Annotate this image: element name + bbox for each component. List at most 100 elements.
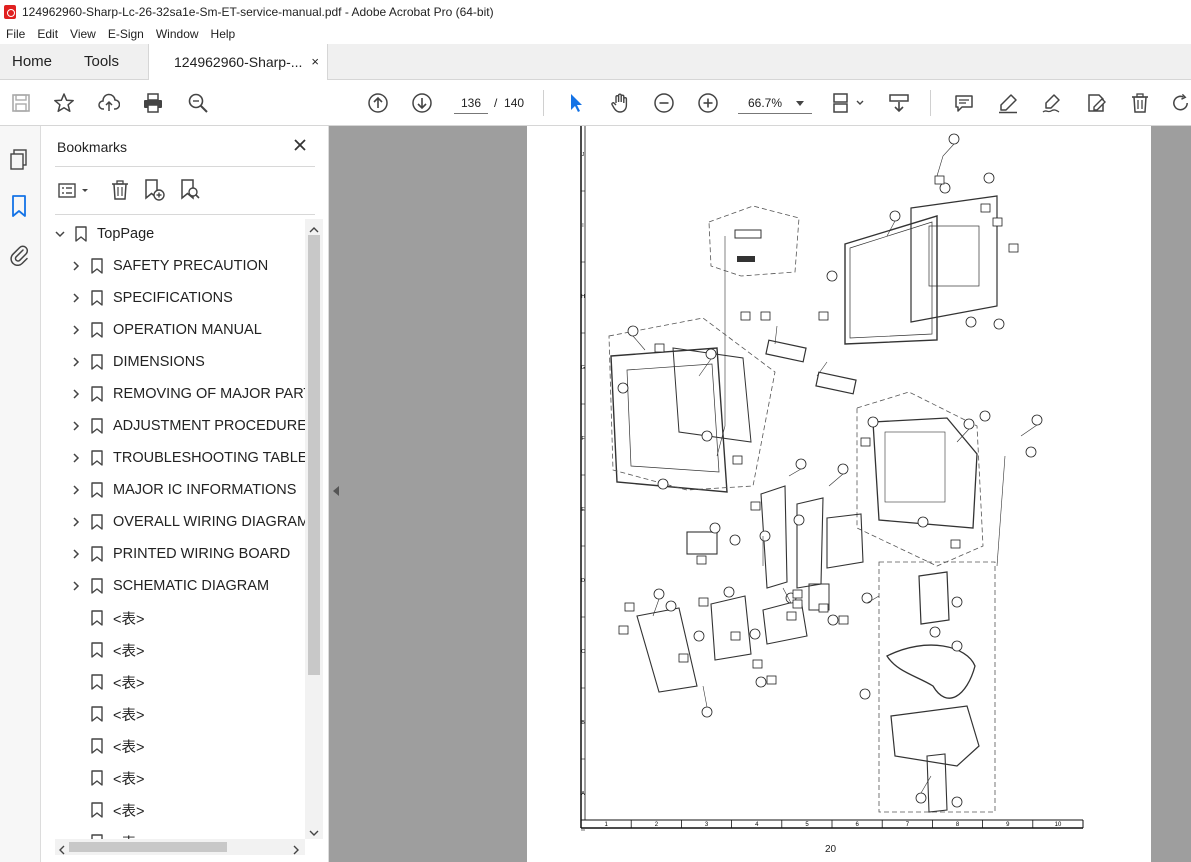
bookmarks-horizontal-scrollbar[interactable] <box>55 839 305 855</box>
bookmark-item[interactable]: REMOVING OF MAJOR PARTS <box>69 382 305 406</box>
scroll-up-icon[interactable] <box>309 222 319 233</box>
options-menu-icon[interactable] <box>57 178 91 202</box>
chevron-right-icon[interactable] <box>69 291 83 305</box>
screen-filter-part <box>672 347 752 443</box>
bookmark-item[interactable]: <表> <box>69 830 144 839</box>
main-board-part <box>636 607 698 693</box>
bookmark-item[interactable]: <表> <box>69 670 144 694</box>
chevron-right-icon[interactable] <box>69 259 83 273</box>
bookmark-item[interactable]: PRINTED WIRING BOARD <box>69 542 290 566</box>
scroll-left-icon[interactable] <box>57 842 67 855</box>
bookmark-item[interactable]: TopPage <box>53 222 154 246</box>
bracket-group-outline <box>708 205 800 277</box>
leader-line <box>956 428 970 443</box>
part-callout-circle <box>867 416 879 428</box>
menu-view[interactable]: View <box>64 27 102 41</box>
scroll-mode-icon[interactable] <box>887 91 911 115</box>
edit-icon[interactable] <box>1084 91 1108 115</box>
bookmark-item[interactable]: ADJUSTMENT PROCEDURE <box>69 414 305 438</box>
rotate-icon[interactable] <box>1170 91 1191 115</box>
side-jack-board-part <box>686 531 718 555</box>
bookmark-item[interactable]: <表> <box>69 702 144 726</box>
chevron-right-icon[interactable] <box>69 451 83 465</box>
chevron-right-icon[interactable] <box>69 547 83 561</box>
save-icon[interactable] <box>9 91 33 115</box>
chevron-right-icon[interactable] <box>69 323 83 337</box>
bookmark-label: ADJUSTMENT PROCEDURE <box>113 418 305 434</box>
bookmark-item[interactable]: SPECIFICATIONS <box>69 286 233 310</box>
menu-esign[interactable]: E-Sign <box>102 27 150 41</box>
tab-close-icon[interactable]: × <box>311 54 319 69</box>
menu-file[interactable]: File <box>0 27 31 41</box>
collapse-panel-icon[interactable] <box>333 486 339 496</box>
chevron-right-icon[interactable] <box>69 515 83 529</box>
bookmark-item[interactable]: DIMENSIONS <box>69 350 205 374</box>
vertical-scroll-thumb[interactable] <box>308 235 320 675</box>
bookmark-item[interactable]: SAFETY PRECAUTION <box>69 254 268 278</box>
sign-icon[interactable] <box>1040 91 1064 115</box>
bookmark-item[interactable]: <表> <box>69 606 144 630</box>
tab-document[interactable]: 124962960-Sharp-... × <box>148 44 328 81</box>
new-bookmark-icon[interactable] <box>143 178 165 202</box>
comment-icon[interactable] <box>952 91 976 115</box>
select-cursor-icon[interactable] <box>564 91 588 115</box>
tab-tools[interactable]: Tools <box>84 53 119 70</box>
bookmark-item[interactable]: <表> <box>69 638 144 662</box>
bookmark-icon <box>91 450 103 466</box>
menu-bar: File Edit View E-Sign Window Help <box>0 24 1191 44</box>
scroll-down-icon[interactable] <box>309 825 319 836</box>
bookmark-item[interactable]: <表> <box>69 766 144 790</box>
upload-icon[interactable] <box>97 91 121 115</box>
part-callout-circle <box>826 270 838 282</box>
menu-window[interactable]: Window <box>150 27 205 41</box>
page-up-icon[interactable] <box>366 91 390 115</box>
chevron-right-icon[interactable] <box>69 355 83 369</box>
bookmark-item[interactable]: OPERATION MANUAL <box>69 318 262 342</box>
rear-cabinet-grille <box>884 431 946 503</box>
bookmark-icon <box>91 546 103 562</box>
close-icon[interactable] <box>292 137 308 153</box>
zoom-out-icon[interactable] <box>652 91 676 115</box>
pages-thumbnails-icon[interactable] <box>8 148 30 172</box>
find-bookmark-icon[interactable] <box>179 178 201 202</box>
reference-letter-box <box>818 311 829 321</box>
chevron-right-icon[interactable] <box>69 483 83 497</box>
print-icon[interactable] <box>141 91 165 115</box>
reference-letter-box <box>678 653 689 663</box>
x-tick-label: 4 <box>755 822 759 828</box>
bookmark-item[interactable]: MAJOR IC INFORMATIONS <box>69 478 296 502</box>
chevron-down-icon[interactable] <box>53 227 67 241</box>
page-down-icon[interactable] <box>410 91 434 115</box>
hand-icon[interactable] <box>608 91 632 115</box>
bookmarks-panel-icon[interactable] <box>8 194 30 218</box>
scroll-right-icon[interactable] <box>291 842 301 855</box>
zoom-select[interactable]: 66.7% <box>738 92 812 114</box>
bookmark-item[interactable]: OVERALL WIRING DIAGRAM/ <box>69 510 305 534</box>
bookmarks-vertical-scrollbar[interactable] <box>305 219 323 839</box>
document-viewport[interactable]: 1 2 3 4 5 6 7 8 9 10 J I H G F E D C B A 20 <box>329 126 1191 862</box>
leader-line <box>936 143 955 177</box>
chevron-right-icon[interactable] <box>69 387 83 401</box>
bookmark-icon <box>91 706 103 722</box>
star-icon[interactable] <box>52 91 76 115</box>
page-number-input[interactable]: 136 <box>454 92 488 114</box>
bookmark-item[interactable]: TROUBLESHOOTING TABLE <box>69 446 305 470</box>
tab-home[interactable]: Home <box>12 53 52 70</box>
menu-edit[interactable]: Edit <box>31 27 64 41</box>
zoom-search-icon[interactable] <box>186 91 210 115</box>
chevron-right-icon[interactable] <box>69 579 83 593</box>
highlight-icon[interactable] <box>996 91 1020 115</box>
bookmark-item[interactable]: <表> <box>69 798 144 822</box>
fit-page-icon[interactable] <box>831 91 865 115</box>
chevron-right-icon[interactable] <box>69 419 83 433</box>
bookmark-item[interactable]: <表> <box>69 734 144 758</box>
zoom-in-icon[interactable] <box>696 91 720 115</box>
delete-icon[interactable] <box>1128 91 1152 115</box>
menu-help[interactable]: Help <box>205 27 242 41</box>
delete-bookmark-icon[interactable] <box>109 178 131 202</box>
x-tick-label: 5 <box>805 822 809 828</box>
bookmark-item[interactable]: SCHEMATIC DIAGRAM <box>69 574 269 598</box>
horizontal-scroll-thumb[interactable] <box>69 842 227 852</box>
attachments-icon[interactable] <box>8 242 30 266</box>
